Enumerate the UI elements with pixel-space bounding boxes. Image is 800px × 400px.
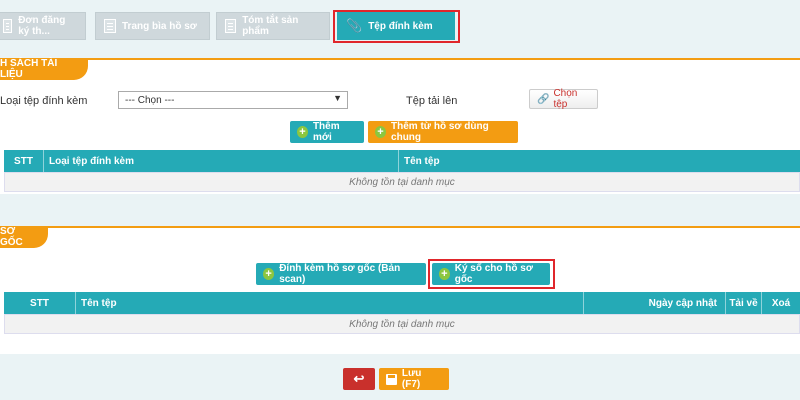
save-icon <box>386 373 397 385</box>
section-title-original-files: SƠ GỐC <box>0 226 48 248</box>
empty-row: Không tồn tại danh mục <box>4 172 800 192</box>
column-header-file-name: Tên tệp <box>404 155 440 167</box>
empty-row: Không tồn tại danh mục <box>4 314 800 334</box>
tab-label: Tóm tắt sản phẩm <box>242 15 299 37</box>
file-type-label: Loại tệp đính kèm <box>0 95 88 107</box>
original-files-panel <box>0 226 800 354</box>
column-header-stt: STT <box>4 292 76 314</box>
tab-cover-page[interactable]: Trang bìa hồ sơ <box>95 12 210 40</box>
document-icon <box>3 19 13 33</box>
add-from-shared-button[interactable]: + Thêm từ hồ sơ dùng chung <box>368 121 518 143</box>
file-type-select[interactable]: --- Chọn --- ▼ <box>118 91 348 109</box>
back-arrow-icon: ↩ <box>353 371 365 386</box>
column-header-file-name: Tên tệp <box>76 292 584 314</box>
sign-button-highlight <box>428 259 555 289</box>
paperclip-icon: 🔗 <box>537 93 550 105</box>
original-files-table-header: STT Tên tệp Ngày cập nhật Tải về Xoá <box>4 292 800 314</box>
column-header-file-type: Loại tệp đính kèm <box>44 150 399 172</box>
back-button[interactable]: ↩ <box>343 368 375 390</box>
document-icon <box>225 19 237 33</box>
choose-file-button[interactable]: 🔗 Chọn tệp <box>529 88 598 110</box>
dropdown-arrow-icon: ▼ <box>333 93 342 103</box>
plus-icon: + <box>375 126 387 138</box>
column-header-stt: STT <box>4 150 44 172</box>
column-header-delete: Xoá <box>771 297 791 309</box>
column-header-download: Tải về <box>726 292 762 314</box>
add-new-button[interactable]: + Thêm mới <box>290 121 364 143</box>
section-title-document-list: H SÁCH TÀI LIỆU <box>0 58 88 80</box>
document-icon <box>104 19 116 33</box>
upload-label: Tệp tải lên <box>406 95 458 107</box>
column-header-updated-date: Ngày cập nhật <box>584 292 726 314</box>
plus-icon: + <box>263 268 275 280</box>
attachments-table-header: STT Loại tệp đính kèm Tên tệp <box>4 150 800 172</box>
save-button[interactable]: Lưu (F7) <box>379 368 449 390</box>
tab-label: Đơn đăng ký th... <box>18 15 66 37</box>
attachments-tab-highlight <box>333 10 460 43</box>
plus-icon: + <box>297 126 308 138</box>
file-type-selected: --- Chọn --- <box>125 94 175 106</box>
attach-original-button[interactable]: + Đính kèm hồ sơ gốc (Bản scan) <box>256 263 426 285</box>
tab-registration[interactable]: Đơn đăng ký th... <box>0 12 86 40</box>
tab-product-summary[interactable]: Tóm tắt sản phẩm <box>216 12 330 40</box>
tab-label: Trang bìa hồ sơ <box>122 20 197 32</box>
